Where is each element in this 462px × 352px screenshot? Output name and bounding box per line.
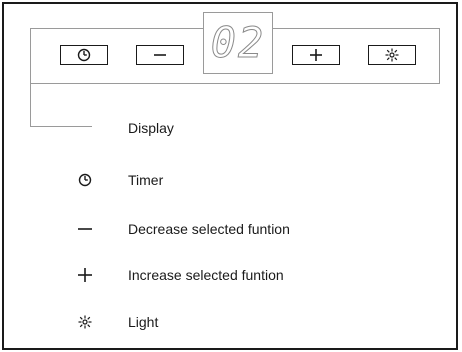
light-icon (385, 48, 399, 62)
light-button[interactable] (368, 45, 416, 65)
legend-row-decrease: Decrease selected funtion (0, 219, 440, 239)
legend-label-increase: Increase selected funtion (128, 267, 284, 283)
legend-row-light: Light (0, 312, 440, 332)
legend-label-display: Display (128, 120, 174, 136)
light-icon (72, 312, 98, 332)
digital-display: 02 (203, 12, 273, 74)
clock-icon (77, 48, 91, 62)
display-leader-line (30, 28, 31, 126)
timer-button[interactable] (60, 45, 108, 65)
decrease-button[interactable] (136, 45, 184, 65)
plus-icon (308, 48, 324, 62)
increase-button[interactable] (292, 45, 340, 65)
clock-icon (72, 170, 98, 190)
minus-icon (72, 219, 98, 239)
legend-row-timer: Timer (0, 170, 440, 190)
minus-icon (152, 48, 168, 62)
legend-label-decrease: Decrease selected funtion (128, 221, 290, 237)
display-value: 02 (210, 18, 266, 67)
legend-row-display: Display (0, 118, 440, 138)
legend-row-increase: Increase selected funtion (0, 265, 440, 285)
plus-icon (72, 265, 98, 285)
legend-label-timer: Timer (128, 172, 164, 188)
legend-label-light: Light (128, 314, 159, 330)
